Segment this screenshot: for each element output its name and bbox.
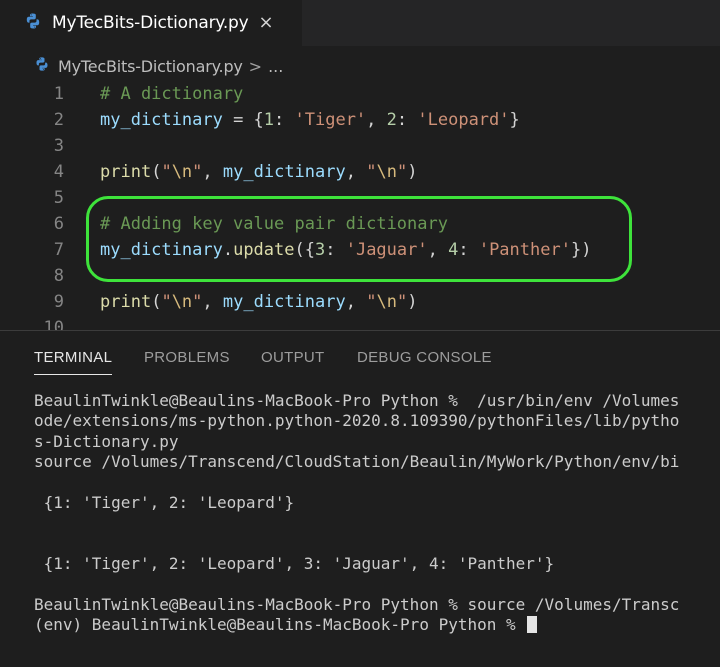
code-token: : (458, 240, 479, 260)
line-number: 3 (53, 136, 64, 156)
terminal-line: {1: 'Tiger', 2: 'Leopard'} (34, 493, 294, 513)
code-token: \n (376, 162, 397, 182)
chevron-right-icon: > (248, 56, 263, 76)
code-token: , (345, 162, 367, 182)
code-token: my_dictinary (222, 292, 346, 312)
code-token: print (100, 162, 152, 182)
terminal-line-text: BeaulinTwinkle@Beaulins-MacBook-Pro Pyth… (34, 391, 680, 410)
code-token: , (366, 110, 387, 130)
code-token: = { (222, 110, 264, 130)
python-file-icon (24, 12, 42, 34)
code-text: print("\n", my_dictinary, "\n") (100, 289, 417, 315)
code-token: , (202, 292, 223, 312)
line-number: 1 (53, 84, 64, 104)
code-token: } (509, 110, 520, 130)
breadcrumb-file[interactable]: MyTecBits-Dictionary.py (58, 57, 243, 76)
code-token: # A dictionary (100, 84, 244, 104)
code-token: ) (407, 292, 418, 312)
code-token: ({ (294, 240, 315, 260)
code-token: " (161, 162, 172, 182)
panel-tab-bar: TERMINAL PROBLEMS OUTPUT DEBUG CONSOLE (0, 331, 720, 383)
tab-debug-console[interactable]: DEBUG CONSOLE (357, 349, 492, 366)
terminal-line: (env) BeaulinTwinkle@Beaulins-MacBook-Pr… (34, 615, 538, 635)
code-token: , (345, 292, 367, 312)
breadcrumb-more[interactable]: ... (268, 57, 283, 76)
code-token: \n (171, 292, 193, 312)
code-token: 'Jaguar' (345, 240, 428, 260)
code-token: print (100, 292, 152, 312)
breadcrumb: MyTecBits-Dictionary.py > ... (0, 52, 283, 80)
code-token: , (427, 240, 449, 260)
code-token: 'Leopard' (417, 110, 510, 130)
close-icon[interactable]: × (259, 14, 274, 32)
code-token: 'Tiger' (294, 110, 367, 130)
line-number: 4 (53, 162, 64, 182)
line-number: 2 (53, 110, 64, 130)
code-token: 'Panther' (478, 240, 571, 260)
line-number: 5 (53, 188, 64, 208)
tab-title: MyTecBits-Dictionary.py (52, 13, 249, 33)
code-token: " (161, 292, 172, 312)
code-token: : (396, 110, 418, 130)
code-text: print("\n", my_dictinary, "\n") (100, 159, 417, 185)
code-token: : (325, 240, 346, 260)
terminal-line: ode/extensions/ms-python.python-2020.8.1… (34, 411, 679, 431)
line-number: 6 (53, 214, 64, 234)
line-number: 10 (43, 318, 64, 330)
code-token: " (192, 292, 203, 312)
code-text: # A dictionary (100, 81, 243, 107)
code-text: my_dictinary.update({3: 'Jaguar', 4: 'Pa… (100, 237, 591, 263)
line-number: 9 (53, 292, 64, 312)
terminal-line: source /Volumes/Transcend/CloudStation/B… (34, 452, 679, 472)
tab-terminal[interactable]: TERMINAL (34, 349, 113, 375)
code-token: \n (171, 162, 193, 182)
code-token: . (222, 240, 234, 260)
code-text: my_dictinary = {1: 'Tiger', 2: 'Leopard'… (100, 107, 520, 133)
bottom-panel: TERMINAL PROBLEMS OUTPUT DEBUG CONSOLE B… (0, 330, 720, 667)
terminal-line-text: s-Dictionary.py (34, 431, 179, 451)
code-token: ( (151, 162, 162, 182)
code-token: 3 (314, 240, 326, 260)
terminal-line-text: ode/extensions/ms-python.python-2020.8.1… (34, 411, 680, 431)
code-token: update (233, 240, 295, 260)
terminal-line-text: source /Volumes/Transcend/CloudStation/B… (34, 452, 680, 472)
code-token: " (396, 162, 408, 182)
code-token: 4 (448, 240, 459, 260)
code-token: my_dictinary (100, 110, 223, 130)
terminal-line: {1: 'Tiger', 2: 'Leopard', 3: 'Jaguar', … (34, 554, 555, 574)
code-token: my_dictinary (100, 240, 223, 260)
tab-output[interactable]: OUTPUT (261, 349, 324, 366)
code-token: my_dictinary (222, 162, 346, 182)
code-token: 1 (263, 110, 275, 130)
code-token: " (366, 292, 377, 312)
editor-tab[interactable]: MyTecBits-Dictionary.py × (0, 0, 302, 46)
code-token: " (192, 162, 203, 182)
terminal-line-text: {1: 'Tiger', 2: 'Leopard', 3: 'Jaguar', … (34, 554, 555, 574)
line-number: 8 (53, 266, 64, 286)
code-token: , (202, 162, 223, 182)
code-text: # Adding key value pair dictionary (100, 211, 448, 237)
code-token: 2 (386, 110, 397, 130)
terminal-line: BeaulinTwinkle@Beaulins-MacBook-Pro Pyth… (34, 595, 679, 615)
code-token: : (274, 110, 295, 130)
terminal-cursor (527, 616, 538, 634)
code-token: }) (570, 240, 592, 260)
code-token: ( (151, 292, 162, 312)
terminal-line: BeaulinTwinkle@Beaulins-MacBook-Pro Pyth… (34, 391, 679, 411)
line-number: 7 (53, 240, 64, 260)
code-token: \n (376, 292, 397, 312)
terminal-line-text: {1: 'Tiger', 2: 'Leopard'} (34, 493, 295, 512)
code-editor[interactable]: 1 # A dictionary 2 my_dictinary = {1: 'Tige… (0, 80, 720, 330)
terminal-line: s-Dictionary.py (34, 432, 179, 452)
terminal-line-text: (env) BeaulinTwinkle@Beaulins-MacBook-Pr… (34, 615, 526, 635)
code-token: " (396, 292, 408, 312)
terminal-line-text: BeaulinTwinkle@Beaulins-MacBook-Pro Pyth… (34, 595, 680, 614)
code-token: # Adding key value pair dictionary (100, 214, 448, 234)
terminal-output[interactable]: BeaulinTwinkle@Beaulins-MacBook-Pro Pyth… (0, 391, 720, 667)
code-token: ) (407, 162, 418, 182)
python-file-icon (34, 56, 50, 76)
tab-problems[interactable]: PROBLEMS (144, 349, 230, 366)
editor-tab-bar: MyTecBits-Dictionary.py × (0, 0, 720, 46)
code-token: " (366, 162, 377, 182)
